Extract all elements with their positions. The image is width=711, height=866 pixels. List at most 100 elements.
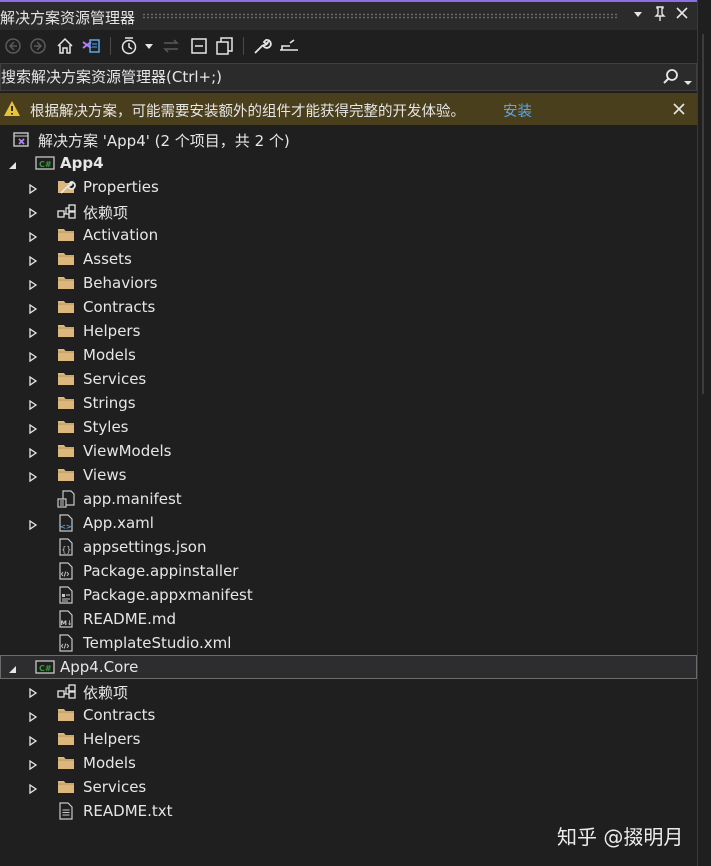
tree-item[interactable]: Models <box>0 751 697 775</box>
collapsed-arrow-icon[interactable] <box>27 397 39 411</box>
tree-item[interactable]: Package.appxmanifest <box>0 583 697 607</box>
xaml-file-icon: <> <box>57 514 75 532</box>
sync-with-active-document-icon[interactable] <box>160 35 182 57</box>
tree-item[interactable]: Contracts <box>0 703 697 727</box>
expanded-arrow-icon[interactable] <box>6 661 18 673</box>
collapsed-arrow-icon[interactable] <box>27 469 39 483</box>
tree-item-label: Helpers <box>83 730 141 748</box>
tree-item[interactable]: Properties <box>0 175 697 199</box>
collapsed-arrow-icon[interactable] <box>27 421 39 435</box>
properties-wrench-icon[interactable] <box>251 35 273 57</box>
collapsed-arrow-icon[interactable] <box>27 253 39 267</box>
collapsed-arrow-icon[interactable] <box>27 301 39 315</box>
switch-views-icon[interactable] <box>80 35 102 57</box>
collapse-all-icon[interactable] <box>188 35 210 57</box>
search-icon[interactable] <box>663 68 679 90</box>
toolbar-separator <box>243 37 244 55</box>
back-icon[interactable] <box>2 35 24 57</box>
window-title: 解决方案资源管理器 <box>0 9 136 27</box>
collapsed-arrow-icon[interactable] <box>27 685 39 699</box>
toolbar-separator <box>110 37 111 55</box>
svg-text:C#: C# <box>39 664 52 673</box>
markdown-file-icon: M↓ <box>57 610 75 628</box>
tree-item-label: README.md <box>83 610 177 628</box>
close-icon[interactable] <box>672 6 692 26</box>
tree-item[interactable]: app.manifest <box>0 487 697 511</box>
collapsed-arrow-icon[interactable] <box>27 229 39 243</box>
collapsed-arrow-icon[interactable] <box>27 373 39 387</box>
info-close-icon[interactable] <box>672 102 686 120</box>
tree-item[interactable]: M↓ README.md <box>0 607 697 631</box>
dependencies-icon <box>57 682 76 700</box>
tree-item[interactable]: Behaviors <box>0 271 697 295</box>
svg-text:C#: C# <box>39 160 52 169</box>
collapsed-arrow-icon[interactable] <box>27 349 39 363</box>
collapsed-arrow-icon[interactable] <box>27 709 39 723</box>
collapsed-arrow-icon[interactable] <box>27 517 39 531</box>
tree-item[interactable]: 依赖项 <box>0 679 697 703</box>
tree-item-label: Styles <box>83 418 129 436</box>
tree-item-label: Helpers <box>83 322 141 340</box>
collapsed-arrow-icon[interactable] <box>27 781 39 795</box>
tree-item-label: App.xaml <box>83 514 154 532</box>
search-box[interactable] <box>0 63 697 91</box>
tree-item[interactable]: Models <box>0 343 697 367</box>
collapsed-arrow-icon[interactable] <box>27 277 39 291</box>
collapsed-arrow-icon[interactable] <box>27 181 39 195</box>
forward-icon[interactable] <box>27 35 49 57</box>
collapsed-arrow-icon[interactable] <box>27 733 39 747</box>
tree-item-label: TemplateStudio.xml <box>83 634 232 652</box>
preview-selected-items-icon[interactable] <box>278 35 300 57</box>
text-file-icon <box>57 802 75 820</box>
solution-node[interactable]: 解决方案 'App4' (2 个项目，共 2 个) <box>0 127 697 151</box>
filter-dropdown-icon[interactable] <box>142 35 156 57</box>
search-input[interactable] <box>1 64 641 90</box>
tree-item-label: Package.appinstaller <box>83 562 239 580</box>
collapsed-arrow-icon[interactable] <box>27 325 39 339</box>
folder-icon <box>57 466 75 484</box>
install-link[interactable]: 安装 <box>503 100 532 121</box>
collapsed-arrow-icon[interactable] <box>27 757 39 771</box>
tree-item[interactable]: Activation <box>0 223 697 247</box>
tree-item[interactable]: README.txt <box>0 799 697 823</box>
dropdown-arrow-icon[interactable] <box>628 6 648 26</box>
folder-icon <box>57 322 75 340</box>
tree-item[interactable]: ViewModels <box>0 439 697 463</box>
tree-item-label: Models <box>83 754 136 772</box>
tree-item[interactable]: 依赖项 <box>0 199 697 223</box>
title-drag-grip[interactable] <box>142 13 617 19</box>
expanded-arrow-icon[interactable] <box>6 157 18 169</box>
pending-changes-filter-icon[interactable] <box>118 35 140 57</box>
warning-icon <box>3 100 21 121</box>
tree-item[interactable]: {} appsettings.json <box>0 535 697 559</box>
tree-item[interactable]: Helpers <box>0 319 697 343</box>
project-node-app4-core[interactable]: C# App4.Core <box>0 655 697 679</box>
tree-item-label: Assets <box>83 250 132 268</box>
collapsed-arrow-icon[interactable] <box>27 445 39 459</box>
folder-icon <box>57 706 75 724</box>
tree-item[interactable]: Strings <box>0 391 697 415</box>
folder-icon <box>57 442 75 460</box>
tree-item-label: Behaviors <box>83 274 158 292</box>
tree-item[interactable]: <> App.xaml <box>0 511 697 535</box>
svg-text:<>: <> <box>60 523 72 531</box>
tree-item[interactable]: Views <box>0 463 697 487</box>
tree-item[interactable]: Services <box>0 367 697 391</box>
tree-item[interactable]: Package.appinstaller <box>0 559 697 583</box>
tree-item[interactable]: TemplateStudio.xml <box>0 631 697 655</box>
solution-explorer-window: 解决方案资源管理器 搜索解决方案资源管理器(Ctrl+;) 根据解决方案，可能需… <box>0 0 711 866</box>
tree-item[interactable]: Assets <box>0 247 697 271</box>
search-options-dropdown-icon[interactable] <box>683 73 693 91</box>
project-node-app4[interactable]: C# App4 <box>0 151 697 175</box>
pin-icon[interactable] <box>650 6 670 26</box>
folder-icon <box>57 730 75 748</box>
tree-item[interactable]: Styles <box>0 415 697 439</box>
home-icon[interactable] <box>54 35 76 57</box>
show-all-files-icon[interactable] <box>214 35 236 57</box>
tree-item[interactable]: Contracts <box>0 295 697 319</box>
collapsed-arrow-icon[interactable] <box>27 205 39 219</box>
tree-item[interactable]: Helpers <box>0 727 697 751</box>
csharp-project-icon: C# <box>35 154 55 172</box>
tree-item[interactable]: Services <box>0 775 697 799</box>
folder-icon <box>57 226 75 244</box>
